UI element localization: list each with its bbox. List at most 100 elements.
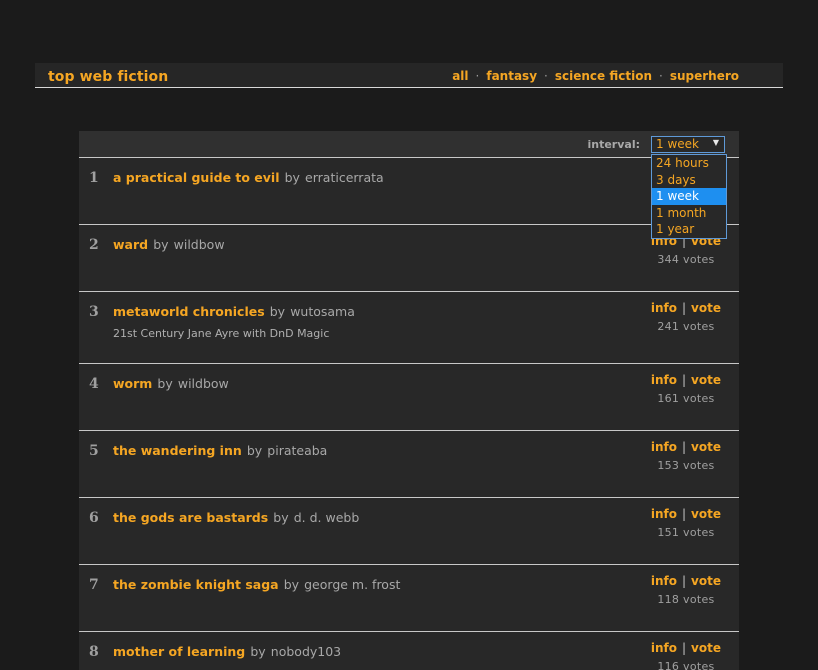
vote-link[interactable]: vote <box>691 574 721 588</box>
by-label: by <box>153 237 169 252</box>
table-row: 4 worm by wildbow info | vote 161 votes <box>79 364 739 431</box>
nav-separator: · <box>475 69 480 83</box>
site-title-link[interactable]: top web fiction <box>48 69 168 85</box>
info-link[interactable]: info <box>651 507 677 521</box>
vote-count: 241 votes <box>657 320 715 333</box>
row-actions: info | vote 151 votes <box>651 507 721 539</box>
story-author[interactable]: wildbow <box>178 376 229 391</box>
vote-link[interactable]: vote <box>691 507 721 521</box>
action-separator: | <box>682 440 687 454</box>
story-author[interactable]: erraticerrata <box>305 170 384 185</box>
row-actions: info | vote 241 votes <box>651 301 721 333</box>
story-subtitle: 21st Century Jane Ayre with DnD Magic <box>113 327 330 340</box>
interval-option[interactable]: 3 days <box>652 172 726 189</box>
vote-link[interactable]: vote <box>691 641 721 655</box>
story-entry: metaworld chronicles by wutosama 21st Cen… <box>113 301 355 340</box>
action-separator: | <box>682 641 687 655</box>
row-actions: info | vote 153 votes <box>651 440 721 472</box>
nav-all[interactable]: all <box>452 69 468 83</box>
table-row: 3 metaworld chronicles by wutosama 21st Ce… <box>79 292 739 364</box>
story-author[interactable]: d. d. webb <box>294 510 360 525</box>
vote-link[interactable]: vote <box>691 440 721 454</box>
row-actions: info | vote 161 votes <box>651 373 721 405</box>
action-separator: | <box>682 507 687 521</box>
vote-count: 118 votes <box>657 593 715 606</box>
info-link[interactable]: info <box>651 641 677 655</box>
ranking-table: interval: 1 a practical guide to evil by … <box>79 131 739 670</box>
vote-count: 344 votes <box>657 253 715 266</box>
vote-count: 153 votes <box>657 459 715 472</box>
rank-number: 5 <box>89 443 99 459</box>
table-row: 8 mother of learning by nobody103 info | vot… <box>79 632 739 670</box>
vote-count: 116 votes <box>657 660 715 670</box>
vote-link[interactable]: vote <box>691 373 721 387</box>
story-title-link[interactable]: mother of learning <box>113 644 245 659</box>
story-author[interactable]: nobody103 <box>271 644 341 659</box>
story-author[interactable]: wutosama <box>290 304 355 319</box>
story-author[interactable]: george m. frost <box>304 577 400 592</box>
by-label: by <box>157 376 173 391</box>
by-label: by <box>273 510 289 525</box>
story-title-link[interactable]: worm <box>113 376 152 391</box>
info-link[interactable]: info <box>651 373 677 387</box>
by-label: by <box>250 644 266 659</box>
table-row: 7 the zombie knight saga by george m. fro… <box>79 565 739 632</box>
story-title-link[interactable]: a practical guide to evil <box>113 170 280 185</box>
info-link[interactable]: info <box>651 301 677 315</box>
by-label: by <box>283 577 300 592</box>
story-title-link[interactable]: metaworld chronicles <box>113 304 265 319</box>
table-row: 6 the gods are bastards by d. d. webb info… <box>79 498 739 565</box>
page: top web fiction all · fantasy · science fict… <box>0 0 818 670</box>
interval-option[interactable]: 1 year <box>652 221 726 238</box>
ranking-rows: 1 a practical guide to evil by erraticerr… <box>79 158 739 670</box>
story-title-link[interactable]: the wandering inn <box>113 443 242 458</box>
rank-number: 7 <box>89 577 99 593</box>
site-header: top web fiction all · fantasy · science fict… <box>35 63 783 88</box>
story-entry: mother of learning by nobody103 <box>113 641 341 660</box>
action-separator: | <box>682 373 687 387</box>
rank-number: 1 <box>89 170 99 186</box>
row-actions: info | vote 116 votes <box>651 641 721 670</box>
rank-number: 6 <box>89 510 99 526</box>
by-label: by <box>284 170 300 185</box>
table-row: 5 the wandering inn by pirateaba info | vote… <box>79 431 739 498</box>
interval-select-value: 1 week <box>656 137 699 151</box>
interval-toolbar: interval: <box>79 131 739 158</box>
interval-select[interactable]: 1 week ▼ <box>651 136 725 153</box>
nav-fantasy[interactable]: fantasy <box>486 69 537 83</box>
action-separator: | <box>682 574 687 588</box>
nav-superhero[interactable]: superhero <box>670 69 739 83</box>
story-entry: the zombie knight saga by george m. fros… <box>113 574 400 593</box>
interval-label: interval: <box>587 138 640 151</box>
rank-number: 3 <box>89 304 99 320</box>
vote-link[interactable]: vote <box>691 301 721 315</box>
action-separator: | <box>682 301 687 315</box>
interval-option[interactable]: 1 week <box>652 188 726 205</box>
story-entry: a practical guide to evil by erraticerra… <box>113 167 384 186</box>
by-label: by <box>246 443 263 458</box>
rank-number: 2 <box>89 237 99 253</box>
story-author[interactable]: pirateaba <box>267 443 327 458</box>
rank-number: 8 <box>89 644 99 660</box>
info-link[interactable]: info <box>651 574 677 588</box>
rank-number: 4 <box>89 376 99 392</box>
story-title-link[interactable]: the zombie knight saga <box>113 577 279 592</box>
category-nav: all · fantasy · science fiction · superhero <box>452 69 739 83</box>
story-entry: the wandering inn by pirateaba <box>113 440 327 459</box>
table-row: 1 a practical guide to evil by erraticerr… <box>79 158 739 225</box>
story-title-link[interactable]: the gods are bastards <box>113 510 268 525</box>
story-entry: worm by wildbow <box>113 373 229 392</box>
nav-science-fiction[interactable]: science fiction <box>555 69 652 83</box>
story-title-link[interactable]: ward <box>113 237 148 252</box>
table-row: 2 ward by wildbow info | vote 344 votes <box>79 225 739 292</box>
nav-separator: · <box>658 69 663 83</box>
story-entry: ward by wildbow <box>113 234 225 253</box>
interval-option[interactable]: 24 hours <box>652 155 726 172</box>
row-actions: info | vote 118 votes <box>651 574 721 606</box>
interval-option[interactable]: 1 month <box>652 205 726 222</box>
vote-count: 161 votes <box>657 392 715 405</box>
story-author[interactable]: wildbow <box>174 237 225 252</box>
vote-count: 151 votes <box>657 526 715 539</box>
interval-options-list: 24 hours 3 days 1 week 1 month 1 year <box>651 154 727 239</box>
info-link[interactable]: info <box>651 440 677 454</box>
